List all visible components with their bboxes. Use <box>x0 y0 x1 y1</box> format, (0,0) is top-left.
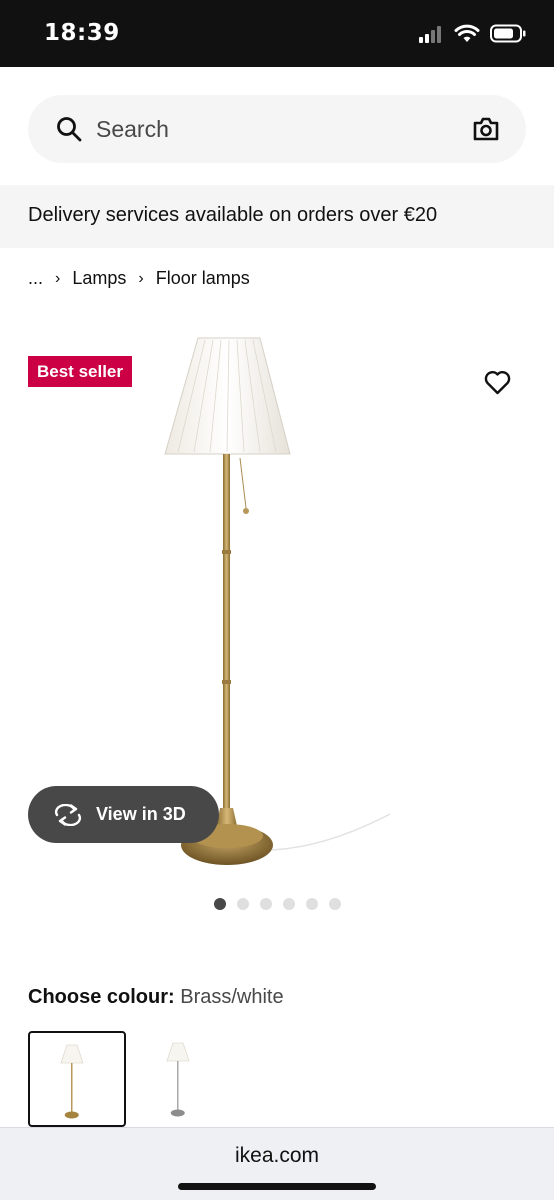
choose-colour: Choose colour: Brass/white <box>28 986 284 1009</box>
home-indicator[interactable] <box>178 1183 376 1190</box>
wifi-icon <box>454 24 480 42</box>
heart-icon[interactable] <box>484 370 511 395</box>
carousel-dot[interactable] <box>283 898 295 910</box>
breadcrumb-item-lamps[interactable]: Lamps <box>72 268 126 289</box>
view-in-3d-label: View in 3D <box>96 804 186 824</box>
camera-icon[interactable] <box>472 116 500 142</box>
delivery-banner[interactable]: Delivery services available on orders ov… <box>0 185 554 248</box>
carousel-dot[interactable] <box>329 898 341 910</box>
carousel-dot[interactable] <box>237 898 249 910</box>
status-icons <box>418 24 526 43</box>
carousel-dot[interactable] <box>260 898 272 910</box>
colour-swatch-nickel-white[interactable] <box>130 1031 228 1127</box>
choose-colour-label: Choose colour: <box>28 986 175 1008</box>
search-icon <box>57 117 82 142</box>
search-bar[interactable] <box>28 95 526 163</box>
status-time: 18:39 <box>44 20 120 46</box>
breadcrumb-item-floor-lamps[interactable]: Floor lamps <box>156 268 250 289</box>
breadcrumb: ... › Lamps › Floor lamps <box>28 268 250 289</box>
browser-url[interactable]: ikea.com <box>0 1144 554 1168</box>
chevron-right-icon: › <box>55 269 61 287</box>
carousel-dots <box>214 898 341 910</box>
colour-swatch-brass-white[interactable] <box>28 1031 126 1127</box>
chevron-right-icon: › <box>138 269 144 287</box>
rotate-3d-icon <box>54 804 82 826</box>
status-bar: 18:39 <box>0 0 554 67</box>
choose-colour-value: Brass/white <box>180 986 284 1008</box>
carousel-dot[interactable] <box>306 898 318 910</box>
carousel-dot-active[interactable] <box>214 898 226 910</box>
best-seller-badge: Best seller <box>28 356 132 387</box>
search-input[interactable] <box>96 109 456 149</box>
battery-icon <box>490 24 526 43</box>
view-in-3d-button[interactable]: View in 3D <box>28 786 219 843</box>
delivery-banner-text: Delivery services available on orders ov… <box>28 204 438 226</box>
swatch-lamp-brass-image <box>60 1044 84 1119</box>
breadcrumb-item-more[interactable]: ... <box>28 268 43 289</box>
swatch-lamp-nickel-image <box>166 1042 190 1117</box>
signal-icon <box>419 25 441 43</box>
browser-address-bar[interactable]: ikea.com <box>0 1127 554 1200</box>
